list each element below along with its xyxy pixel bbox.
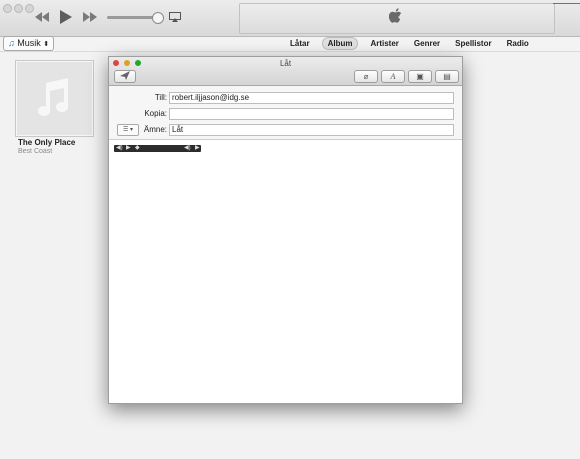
- mail-compose-window: Låt ⌀ A ▣ ▤ Till: robert.iljjason@idg.se…: [108, 56, 463, 404]
- paperclip-icon: ⌀: [363, 72, 369, 81]
- play-icon[interactable]: ▶: [126, 144, 131, 151]
- to-field[interactable]: robert.iljjason@idg.se: [169, 92, 454, 104]
- tab-radio[interactable]: Radio: [504, 37, 532, 50]
- cc-field[interactable]: [169, 108, 454, 120]
- to-label: Till:: [154, 93, 167, 102]
- tab-album[interactable]: Album: [321, 37, 359, 50]
- template-button[interactable]: ▤: [435, 70, 459, 83]
- attach-button[interactable]: ⌀: [354, 70, 378, 83]
- lcd-accent: [553, 3, 580, 4]
- close-button[interactable]: [3, 4, 12, 13]
- album-artwork[interactable]: [15, 60, 94, 137]
- send-button[interactable]: [114, 70, 136, 83]
- photo-browser-button[interactable]: ▣: [408, 70, 432, 83]
- album-title[interactable]: The Only Place: [18, 138, 75, 147]
- fullscreen-icon[interactable]: ▶: [195, 144, 200, 151]
- font-a-icon: A: [390, 72, 396, 81]
- paper-plane-icon: [120, 71, 130, 80]
- subject-field[interactable]: Låt: [169, 124, 454, 136]
- fast-forward-icon[interactable]: [83, 12, 97, 22]
- airplay-icon[interactable]: [169, 12, 181, 22]
- photo-icon: ▣: [416, 72, 424, 81]
- message-header: Till: robert.iljjason@idg.se Kopia: Ämne…: [109, 86, 462, 140]
- volume-knob[interactable]: [152, 12, 164, 24]
- tab-spellistor[interactable]: Spellistor: [452, 37, 494, 50]
- volume-icon[interactable]: ◀): [184, 144, 191, 151]
- window-titlebar: Låt ⌀ A ▣ ▤: [109, 57, 462, 86]
- apple-icon: [389, 8, 402, 23]
- tab-artister[interactable]: Artister: [367, 37, 401, 50]
- library-nav-bar: ♫ Musik ⬍ Låtar Album Artister Genrer Sp…: [0, 36, 580, 52]
- progress-slider[interactable]: ◆: [135, 144, 140, 151]
- chevron-updown-icon: ⬍: [43, 41, 50, 48]
- cc-label: Kopia:: [144, 109, 167, 118]
- window-title: Låt: [279, 59, 292, 68]
- speaker-icon[interactable]: ◀): [116, 144, 123, 151]
- view-tabs: Låtar Album Artister Genrer Spellistor R…: [287, 37, 532, 50]
- tab-genrer[interactable]: Genrer: [411, 37, 443, 50]
- itunes-toolbar: [0, 0, 580, 37]
- priority-selector[interactable]: ☰ ▾: [117, 124, 139, 136]
- tab-latar[interactable]: Låtar: [287, 37, 313, 50]
- audio-player-attachment[interactable]: ◀) ▶ ◆ ◀) ▶: [114, 145, 201, 152]
- format-button[interactable]: A: [381, 70, 405, 83]
- rewind-icon[interactable]: [35, 12, 49, 22]
- zoom-button[interactable]: [25, 4, 34, 13]
- music-note-icon: ♫: [8, 38, 15, 48]
- library-selector[interactable]: ♫ Musik ⬍: [3, 36, 55, 51]
- music-note-placeholder-icon: [38, 78, 69, 117]
- template-icon: ▤: [443, 72, 451, 81]
- album-artist[interactable]: Best Coast: [18, 148, 52, 155]
- play-icon[interactable]: [60, 10, 72, 24]
- minimize-button[interactable]: [14, 4, 23, 13]
- library-selector-label: Musik: [17, 38, 41, 48]
